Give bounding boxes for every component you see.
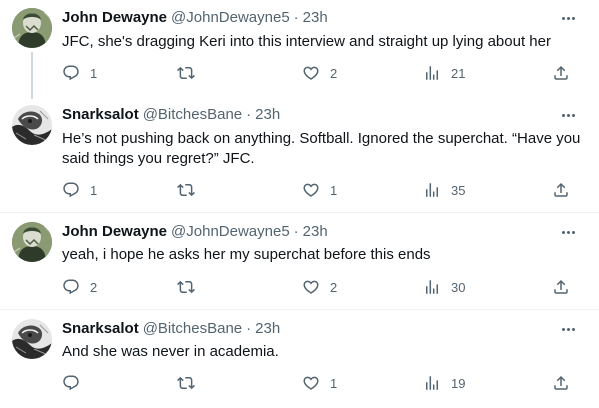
separator: · xyxy=(293,9,299,26)
avatar[interactable] xyxy=(12,8,52,48)
separator: · xyxy=(293,223,299,240)
tweet-header: John Dewayne @JohnDewayne5 · 23h xyxy=(62,222,328,242)
views-button[interactable]: 21 xyxy=(423,63,465,83)
avatar[interactable] xyxy=(12,222,52,262)
share-button[interactable] xyxy=(552,63,570,83)
tweet-header: Snarksalot @BitchesBane · 23h xyxy=(62,105,280,125)
like-count: 2 xyxy=(330,279,338,295)
tweet-text: He’s not pushing back on anything. Softb… xyxy=(62,130,581,167)
like-icon xyxy=(302,374,320,392)
share-button[interactable] xyxy=(552,277,570,297)
reply-icon xyxy=(62,278,80,296)
reply-count: 1 xyxy=(90,182,98,198)
tweet[interactable]: John Dewayne @JohnDewayne5 · 23h JFC, sh… xyxy=(0,0,599,99)
view-count: 21 xyxy=(451,65,466,81)
reply-button[interactable] xyxy=(62,373,80,393)
view-count: 19 xyxy=(451,375,466,391)
share-button[interactable] xyxy=(552,180,570,200)
timestamp[interactable]: 23h xyxy=(303,8,328,28)
retweet-button[interactable] xyxy=(177,180,195,200)
author-handle[interactable]: @BitchesBane xyxy=(143,105,242,125)
like-button[interactable]: 1 xyxy=(302,373,337,393)
tweet-actions: 2 2 30 xyxy=(62,277,582,297)
retweet-icon xyxy=(177,374,195,392)
author-handle[interactable]: @BitchesBane xyxy=(143,319,242,339)
avatar[interactable] xyxy=(12,105,52,145)
view-count: 30 xyxy=(451,279,466,295)
views-button[interactable]: 19 xyxy=(423,373,465,393)
retweet-icon xyxy=(177,181,195,199)
timestamp[interactable]: 23h xyxy=(255,105,280,125)
view-count: 35 xyxy=(451,182,466,198)
like-icon xyxy=(302,278,320,296)
views-icon xyxy=(423,181,441,199)
tweet-text: JFC, she's dragging Keri into this inter… xyxy=(62,33,551,50)
tweet[interactable]: Snarksalot @BitchesBane · 23h He’s not p… xyxy=(0,99,599,212)
share-icon xyxy=(552,181,570,199)
separator: · xyxy=(246,106,252,123)
more-options-icon[interactable] xyxy=(559,223,577,241)
views-button[interactable]: 35 xyxy=(423,180,465,200)
retweet-icon xyxy=(177,278,195,296)
author-name[interactable]: Snarksalot xyxy=(62,319,139,339)
retweet-button[interactable] xyxy=(177,277,195,297)
views-button[interactable]: 30 xyxy=(423,277,465,297)
like-button[interactable]: 2 xyxy=(302,277,337,297)
like-icon xyxy=(302,181,320,199)
more-options-icon[interactable] xyxy=(559,106,577,124)
reply-button[interactable]: 2 xyxy=(62,277,97,297)
author-name[interactable]: Snarksalot xyxy=(62,105,139,125)
tweet-actions: 1 2 21 xyxy=(62,63,582,83)
timestamp[interactable]: 23h xyxy=(255,319,280,339)
avatar[interactable] xyxy=(12,319,52,359)
reply-icon xyxy=(62,181,80,199)
like-count: 2 xyxy=(330,65,338,81)
tweet-header: John Dewayne @JohnDewayne5 · 23h xyxy=(62,8,328,28)
reply-count: 1 xyxy=(90,65,98,81)
retweet-button[interactable] xyxy=(177,63,195,83)
tweet-text: And she was never in academia. xyxy=(62,343,279,360)
reply-button[interactable]: 1 xyxy=(62,63,97,83)
like-button[interactable]: 2 xyxy=(302,63,337,83)
views-icon xyxy=(423,374,441,392)
author-name[interactable]: John Dewayne xyxy=(62,8,167,28)
views-icon xyxy=(423,278,441,296)
share-icon xyxy=(552,64,570,82)
author-handle[interactable]: @JohnDewayne5 xyxy=(171,222,290,242)
timestamp[interactable]: 23h xyxy=(303,222,328,242)
author-handle[interactable]: @JohnDewayne5 xyxy=(171,8,290,28)
retweet-button[interactable] xyxy=(177,373,195,393)
like-icon xyxy=(302,64,320,82)
tweet[interactable]: Snarksalot @BitchesBane · 23h And she wa… xyxy=(0,310,599,408)
like-count: 1 xyxy=(330,375,338,391)
tweet-actions: 1 19 xyxy=(62,373,582,393)
retweet-icon xyxy=(177,64,195,82)
separator: · xyxy=(246,320,252,337)
author-name[interactable]: John Dewayne xyxy=(62,222,167,242)
reply-count: 2 xyxy=(90,279,98,295)
tweet-text: yeah, i hope he asks her my superchat be… xyxy=(62,246,431,263)
tweet[interactable]: John Dewayne @JohnDewayne5 · 23h yeah, i… xyxy=(0,213,599,309)
reply-icon xyxy=(62,64,80,82)
share-icon xyxy=(552,374,570,392)
reply-icon xyxy=(62,374,80,392)
share-button[interactable] xyxy=(552,373,570,393)
views-icon xyxy=(423,64,441,82)
like-button[interactable]: 1 xyxy=(302,180,337,200)
more-options-icon[interactable] xyxy=(559,9,577,27)
reply-button[interactable]: 1 xyxy=(62,180,97,200)
tweet-actions: 1 1 35 xyxy=(62,180,582,200)
tweet-header: Snarksalot @BitchesBane · 23h xyxy=(62,319,280,339)
thread-line xyxy=(31,52,33,99)
like-count: 1 xyxy=(330,182,338,198)
more-options-icon[interactable] xyxy=(559,320,577,338)
share-icon xyxy=(552,278,570,296)
